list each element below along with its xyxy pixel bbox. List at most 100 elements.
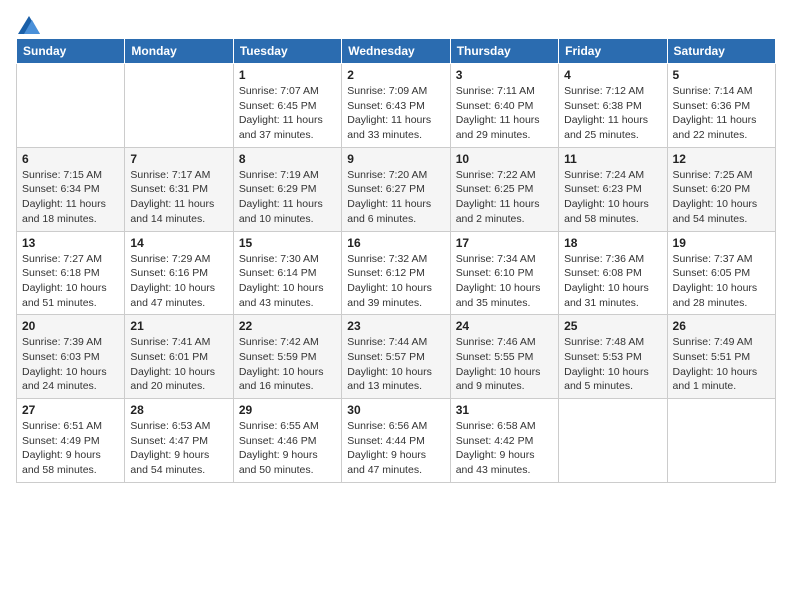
day-number: 6	[22, 152, 119, 166]
day-number: 21	[130, 319, 227, 333]
calendar-cell: 17 Sunrise: 7:34 AM Sunset: 6:10 PM Dayli…	[450, 231, 558, 315]
calendar-cell: 10 Sunrise: 7:22 AM Sunset: 6:25 PM Dayli…	[450, 147, 558, 231]
day-number: 2	[347, 68, 444, 82]
calendar-header-thursday: Thursday	[450, 39, 558, 64]
calendar-cell: 4 Sunrise: 7:12 AM Sunset: 6:38 PM Daylig…	[559, 64, 667, 148]
calendar-cell: 28 Sunrise: 6:53 AM Sunset: 4:47 PM Dayli…	[125, 399, 233, 483]
day-number: 8	[239, 152, 336, 166]
day-info: Sunrise: 6:56 AM Sunset: 4:44 PM Dayligh…	[347, 419, 444, 478]
calendar-week-4: 20 Sunrise: 7:39 AM Sunset: 6:03 PM Dayli…	[17, 315, 776, 399]
calendar-header-saturday: Saturday	[667, 39, 775, 64]
calendar-cell: 30 Sunrise: 6:56 AM Sunset: 4:44 PM Dayli…	[342, 399, 450, 483]
day-number: 4	[564, 68, 661, 82]
day-info: Sunrise: 7:46 AM Sunset: 5:55 PM Dayligh…	[456, 335, 553, 394]
day-info: Sunrise: 7:30 AM Sunset: 6:14 PM Dayligh…	[239, 252, 336, 311]
day-info: Sunrise: 7:25 AM Sunset: 6:20 PM Dayligh…	[673, 168, 770, 227]
day-number: 29	[239, 403, 336, 417]
day-info: Sunrise: 7:11 AM Sunset: 6:40 PM Dayligh…	[456, 84, 553, 143]
calendar-cell: 5Sunrise: 7:14 AM Sunset: 6:36 PM Daylig…	[667, 64, 775, 148]
calendar-cell: 3 Sunrise: 7:11 AM Sunset: 6:40 PM Daylig…	[450, 64, 558, 148]
day-info: Sunrise: 7:36 AM Sunset: 6:08 PM Dayligh…	[564, 252, 661, 311]
day-info: Sunrise: 7:22 AM Sunset: 6:25 PM Dayligh…	[456, 168, 553, 227]
calendar-cell: 2 Sunrise: 7:09 AM Sunset: 6:43 PM Daylig…	[342, 64, 450, 148]
calendar-cell: 1 Sunrise: 7:07 AM Sunset: 6:45 PM Daylig…	[233, 64, 341, 148]
logo-icon	[18, 16, 40, 34]
calendar-body: 1 Sunrise: 7:07 AM Sunset: 6:45 PM Daylig…	[17, 64, 776, 483]
day-info: Sunrise: 7:42 AM Sunset: 5:59 PM Dayligh…	[239, 335, 336, 394]
day-info: Sunrise: 7:24 AM Sunset: 6:23 PM Dayligh…	[564, 168, 661, 227]
calendar-cell: 16Sunrise: 7:32 AM Sunset: 6:12 PM Dayli…	[342, 231, 450, 315]
calendar-cell	[17, 64, 125, 148]
day-number: 17	[456, 236, 553, 250]
calendar-cell: 15 Sunrise: 7:30 AM Sunset: 6:14 PM Dayli…	[233, 231, 341, 315]
day-number: 3	[456, 68, 553, 82]
calendar-cell: 19 Sunrise: 7:37 AM Sunset: 6:05 PM Dayli…	[667, 231, 775, 315]
calendar-cell: 27 Sunrise: 6:51 AM Sunset: 4:49 PM Dayli…	[17, 399, 125, 483]
day-number: 20	[22, 319, 119, 333]
calendar-week-5: 27 Sunrise: 6:51 AM Sunset: 4:49 PM Dayli…	[17, 399, 776, 483]
day-number: 7	[130, 152, 227, 166]
day-info: Sunrise: 7:27 AM Sunset: 6:18 PM Dayligh…	[22, 252, 119, 311]
day-info: Sunrise: 6:53 AM Sunset: 4:47 PM Dayligh…	[130, 419, 227, 478]
day-info: Sunrise: 6:55 AM Sunset: 4:46 PM Dayligh…	[239, 419, 336, 478]
day-number: 13	[22, 236, 119, 250]
day-number: 16	[347, 236, 444, 250]
day-number: 1	[239, 68, 336, 82]
calendar-table: SundayMondayTuesdayWednesdayThursdayFrid…	[16, 38, 776, 483]
day-info: Sunrise: 7:49 AM Sunset: 5:51 PM Dayligh…	[673, 335, 770, 394]
day-number: 14	[130, 236, 227, 250]
day-number: 26	[673, 319, 770, 333]
day-number: 31	[456, 403, 553, 417]
logo	[16, 16, 40, 30]
calendar-header-wednesday: Wednesday	[342, 39, 450, 64]
day-info: Sunrise: 7:48 AM Sunset: 5:53 PM Dayligh…	[564, 335, 661, 394]
day-number: 24	[456, 319, 553, 333]
day-number: 23	[347, 319, 444, 333]
calendar-header-row: SundayMondayTuesdayWednesdayThursdayFrid…	[17, 39, 776, 64]
calendar-cell: 12Sunrise: 7:25 AM Sunset: 6:20 PM Dayli…	[667, 147, 775, 231]
calendar-cell: 11Sunrise: 7:24 AM Sunset: 6:23 PM Dayli…	[559, 147, 667, 231]
calendar-cell: 24 Sunrise: 7:46 AM Sunset: 5:55 PM Dayli…	[450, 315, 558, 399]
calendar-week-1: 1 Sunrise: 7:07 AM Sunset: 6:45 PM Daylig…	[17, 64, 776, 148]
day-info: Sunrise: 7:37 AM Sunset: 6:05 PM Dayligh…	[673, 252, 770, 311]
calendar-cell: 29 Sunrise: 6:55 AM Sunset: 4:46 PM Dayli…	[233, 399, 341, 483]
day-info: Sunrise: 7:20 AM Sunset: 6:27 PM Dayligh…	[347, 168, 444, 227]
calendar-cell: 18Sunrise: 7:36 AM Sunset: 6:08 PM Dayli…	[559, 231, 667, 315]
day-number: 5	[673, 68, 770, 82]
calendar-cell: 20 Sunrise: 7:39 AM Sunset: 6:03 PM Dayli…	[17, 315, 125, 399]
calendar-cell: 7Sunrise: 7:17 AM Sunset: 6:31 PM Daylig…	[125, 147, 233, 231]
calendar-header-tuesday: Tuesday	[233, 39, 341, 64]
calendar-cell: 23Sunrise: 7:44 AM Sunset: 5:57 PM Dayli…	[342, 315, 450, 399]
calendar-cell: 14Sunrise: 7:29 AM Sunset: 6:16 PM Dayli…	[125, 231, 233, 315]
calendar-header-friday: Friday	[559, 39, 667, 64]
calendar-cell: 6 Sunrise: 7:15 AM Sunset: 6:34 PM Daylig…	[17, 147, 125, 231]
page-header	[16, 16, 776, 30]
calendar-cell: 22 Sunrise: 7:42 AM Sunset: 5:59 PM Dayli…	[233, 315, 341, 399]
day-info: Sunrise: 7:34 AM Sunset: 6:10 PM Dayligh…	[456, 252, 553, 311]
day-info: Sunrise: 7:39 AM Sunset: 6:03 PM Dayligh…	[22, 335, 119, 394]
day-info: Sunrise: 7:19 AM Sunset: 6:29 PM Dayligh…	[239, 168, 336, 227]
calendar-cell: 13 Sunrise: 7:27 AM Sunset: 6:18 PM Dayli…	[17, 231, 125, 315]
day-info: Sunrise: 7:15 AM Sunset: 6:34 PM Dayligh…	[22, 168, 119, 227]
day-number: 19	[673, 236, 770, 250]
day-info: Sunrise: 7:09 AM Sunset: 6:43 PM Dayligh…	[347, 84, 444, 143]
day-info: Sunrise: 7:41 AM Sunset: 6:01 PM Dayligh…	[130, 335, 227, 394]
day-number: 15	[239, 236, 336, 250]
day-number: 28	[130, 403, 227, 417]
day-info: Sunrise: 7:07 AM Sunset: 6:45 PM Dayligh…	[239, 84, 336, 143]
calendar-cell: 25Sunrise: 7:48 AM Sunset: 5:53 PM Dayli…	[559, 315, 667, 399]
day-info: Sunrise: 6:51 AM Sunset: 4:49 PM Dayligh…	[22, 419, 119, 478]
day-number: 30	[347, 403, 444, 417]
calendar-cell	[559, 399, 667, 483]
calendar-header-sunday: Sunday	[17, 39, 125, 64]
day-number: 9	[347, 152, 444, 166]
calendar-cell: 8 Sunrise: 7:19 AM Sunset: 6:29 PM Daylig…	[233, 147, 341, 231]
day-info: Sunrise: 7:12 AM Sunset: 6:38 PM Dayligh…	[564, 84, 661, 143]
calendar-cell: 31Sunrise: 6:58 AM Sunset: 4:42 PM Dayli…	[450, 399, 558, 483]
calendar-header-monday: Monday	[125, 39, 233, 64]
calendar-week-2: 6 Sunrise: 7:15 AM Sunset: 6:34 PM Daylig…	[17, 147, 776, 231]
day-number: 10	[456, 152, 553, 166]
day-number: 22	[239, 319, 336, 333]
day-number: 27	[22, 403, 119, 417]
calendar-cell	[125, 64, 233, 148]
